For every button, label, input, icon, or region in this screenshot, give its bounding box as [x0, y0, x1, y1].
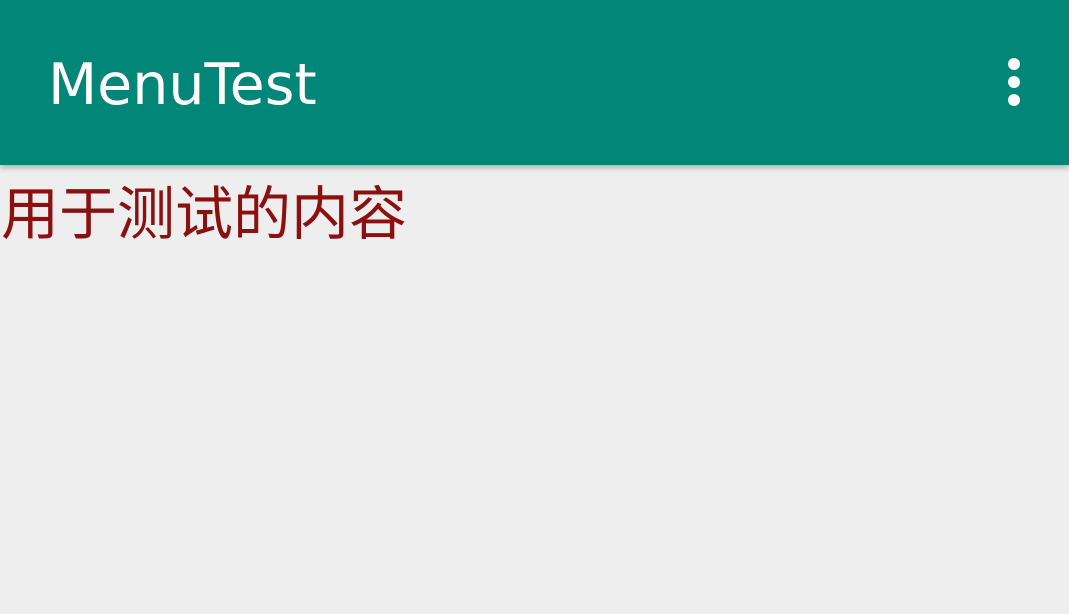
main-content: 用于测试的内容: [0, 165, 1069, 614]
app-title: MenuTest: [48, 52, 317, 118]
more-vert-icon: [1008, 58, 1020, 70]
content-text: 用于测试的内容: [1, 180, 408, 248]
more-vert-icon: [1008, 76, 1020, 88]
overflow-menu-button[interactable]: [983, 46, 1045, 118]
app-toolbar: MenuTest: [0, 0, 1069, 165]
more-vert-icon: [1008, 94, 1020, 106]
